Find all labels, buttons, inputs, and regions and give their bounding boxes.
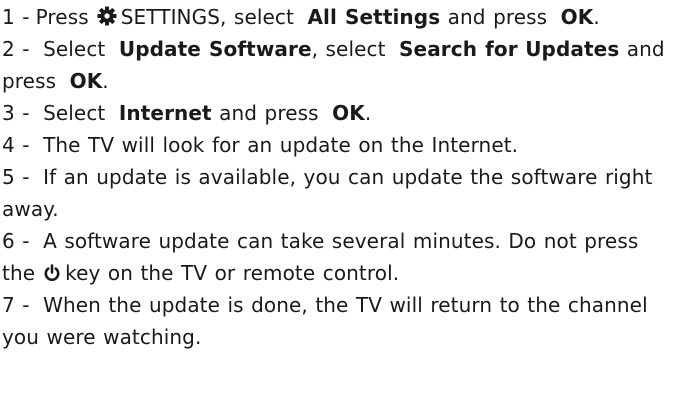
menu-label: Internet [118,101,212,125]
key-label: OK [332,101,365,125]
step-text: If an update is available, you can updat… [2,165,653,221]
menu-label: Update Software [118,37,312,61]
step-text: . [102,69,109,93]
step-text: Press [35,5,89,29]
step-text: SETTINGS, select [120,5,294,29]
step-text: When the update is done, the TV will ret… [2,293,648,349]
gear-icon [97,6,117,26]
step-text: The TV will look for an update on the In… [43,133,519,157]
menu-label: Search for [399,37,518,61]
step-number: 5 - [2,165,30,189]
step-3: 3 - Select Internet and press OK. [2,97,678,129]
step-6: 6 - A software update can take several m… [2,225,678,289]
step-2: 2 - Select Update Software, select Searc… [2,33,678,97]
key-label: OK [560,5,594,29]
step-number: 7 - [2,293,30,317]
key-label: OK [69,69,103,93]
step-number: 6 - [2,229,30,253]
step-text: . [364,101,372,125]
menu-label: All Settings [307,5,441,29]
step-7: 7 - When the update is done, the TV will… [2,289,678,353]
step-4: 4 - The TV will look for an update on th… [2,129,678,161]
step-number: 3 - [2,101,30,125]
step-text: and press [219,101,319,125]
step-text: key on the TV or remote control. [65,261,400,285]
step-text: Select [43,37,106,61]
power-icon [43,264,61,282]
step-text: , select [311,37,386,61]
step-text: Select [43,101,106,125]
step-text: and [447,5,486,29]
step-number: 2 - [2,37,30,61]
menu-label: Updates [525,37,620,61]
step-5: 5 - If an update is available, you can u… [2,161,678,225]
step-text: . [593,5,600,29]
step-number: 1 - [2,5,30,29]
step-text: press [493,5,548,29]
step-1: 1 - Press SETTINGS, select All Settings an… [2,1,678,33]
instructions: 1 - Press SETTINGS, select All Settings an… [0,0,686,401]
step-number: 4 - [2,133,30,157]
